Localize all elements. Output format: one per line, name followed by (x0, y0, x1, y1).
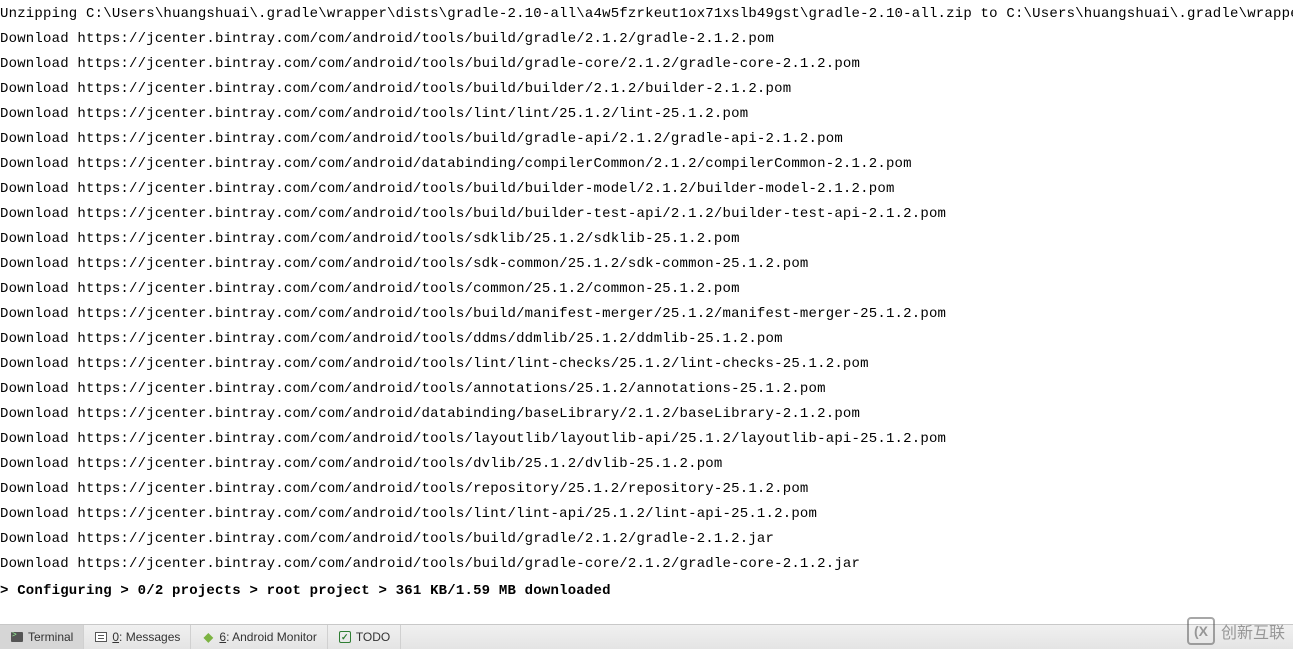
console-line: Download https://jcenter.bintray.com/com… (0, 527, 1293, 552)
messages-icon (94, 630, 108, 644)
tool-window-bar: Terminal 0: Messages ◆ 6: Android Monito… (0, 624, 1293, 649)
tab-label: 0: Messages (112, 630, 180, 644)
console-line: Download https://jcenter.bintray.com/com… (0, 402, 1293, 427)
tab-label: Terminal (28, 630, 73, 644)
build-status-line: > Configuring > 0/2 projects > root proj… (0, 577, 1293, 604)
console-line: Download https://jcenter.bintray.com/com… (0, 452, 1293, 477)
tab-todo[interactable]: ✓ TODO (328, 625, 401, 649)
tab-android-monitor[interactable]: ◆ 6: Android Monitor (191, 625, 327, 649)
tab-label: 6: Android Monitor (219, 630, 316, 644)
console-line: Download https://jcenter.bintray.com/com… (0, 177, 1293, 202)
console-line: Download https://jcenter.bintray.com/com… (0, 302, 1293, 327)
console-line: Download https://jcenter.bintray.com/com… (0, 352, 1293, 377)
console-line: Download https://jcenter.bintray.com/com… (0, 427, 1293, 452)
console-line: Download https://jcenter.bintray.com/com… (0, 552, 1293, 577)
console-line: Download https://jcenter.bintray.com/com… (0, 52, 1293, 77)
console-line: Download https://jcenter.bintray.com/com… (0, 202, 1293, 227)
console-line: Unzipping C:\Users\huangshuai\.gradle\wr… (0, 2, 1293, 27)
console-line: Download https://jcenter.bintray.com/com… (0, 77, 1293, 102)
tab-label: TODO (356, 630, 390, 644)
tab-terminal[interactable]: Terminal (0, 625, 84, 649)
console-line: Download https://jcenter.bintray.com/com… (0, 502, 1293, 527)
console-line: Download https://jcenter.bintray.com/com… (0, 127, 1293, 152)
console-line: Download https://jcenter.bintray.com/com… (0, 27, 1293, 52)
console-line: Download https://jcenter.bintray.com/com… (0, 477, 1293, 502)
console-line: Download https://jcenter.bintray.com/com… (0, 327, 1293, 352)
tab-messages[interactable]: 0: Messages (84, 625, 191, 649)
todo-icon: ✓ (338, 630, 352, 644)
build-console[interactable]: Unzipping C:\Users\huangshuai\.gradle\wr… (0, 0, 1293, 604)
console-line: Download https://jcenter.bintray.com/com… (0, 102, 1293, 127)
console-line: Download https://jcenter.bintray.com/com… (0, 152, 1293, 177)
console-line: Download https://jcenter.bintray.com/com… (0, 277, 1293, 302)
console-line: Download https://jcenter.bintray.com/com… (0, 227, 1293, 252)
console-line: Download https://jcenter.bintray.com/com… (0, 252, 1293, 277)
console-line: Download https://jcenter.bintray.com/com… (0, 377, 1293, 402)
terminal-icon (10, 630, 24, 644)
android-icon: ◆ (201, 630, 215, 644)
